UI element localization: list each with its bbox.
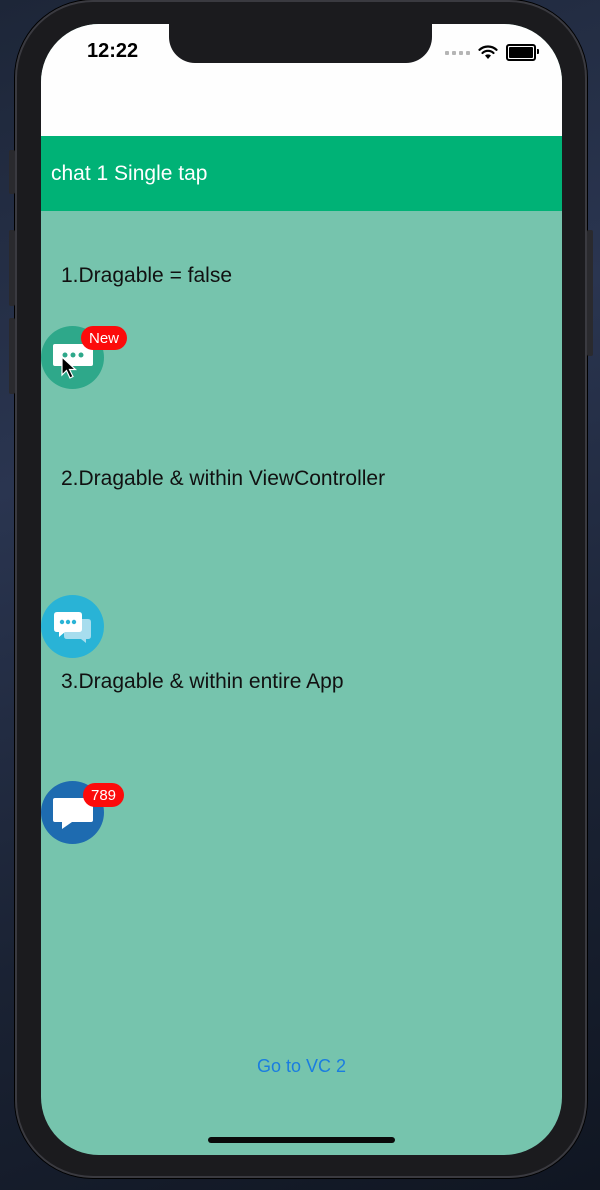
- section-label-1: 1.Dragable = false: [61, 264, 233, 287]
- notch: [169, 24, 432, 63]
- section-label-2: 2.Dragable & within ViewController: [61, 467, 386, 490]
- chat-head-1-badge: New: [81, 326, 128, 350]
- volume-down-button: [9, 318, 15, 394]
- volume-up-button: [9, 230, 15, 306]
- cellular-signal-icon: [445, 50, 470, 55]
- wifi-icon: [478, 45, 498, 59]
- navigation-title: chat 1 Single tap: [51, 161, 208, 185]
- screen: 12:22 IOSChatHead chat 1 Single tap 1.Dr…: [41, 24, 562, 1155]
- battery-icon: [506, 44, 539, 61]
- section-label-3: 3.Dragable & within entire App: [61, 670, 344, 693]
- chat-bubbles-icon: [53, 611, 91, 643]
- chat-head-3-badge: 789: [83, 783, 125, 807]
- navigation-bar: chat 1 Single tap: [41, 136, 562, 211]
- chat-head-2[interactable]: [41, 595, 104, 658]
- power-button: [587, 230, 593, 356]
- mute-switch: [9, 150, 15, 194]
- go-to-vc2-link[interactable]: Go to VC 2: [41, 1056, 562, 1077]
- status-icons: [445, 44, 539, 61]
- status-time: 12:22: [87, 40, 139, 62]
- home-indicator: [208, 1137, 395, 1143]
- cursor-icon: [61, 356, 77, 379]
